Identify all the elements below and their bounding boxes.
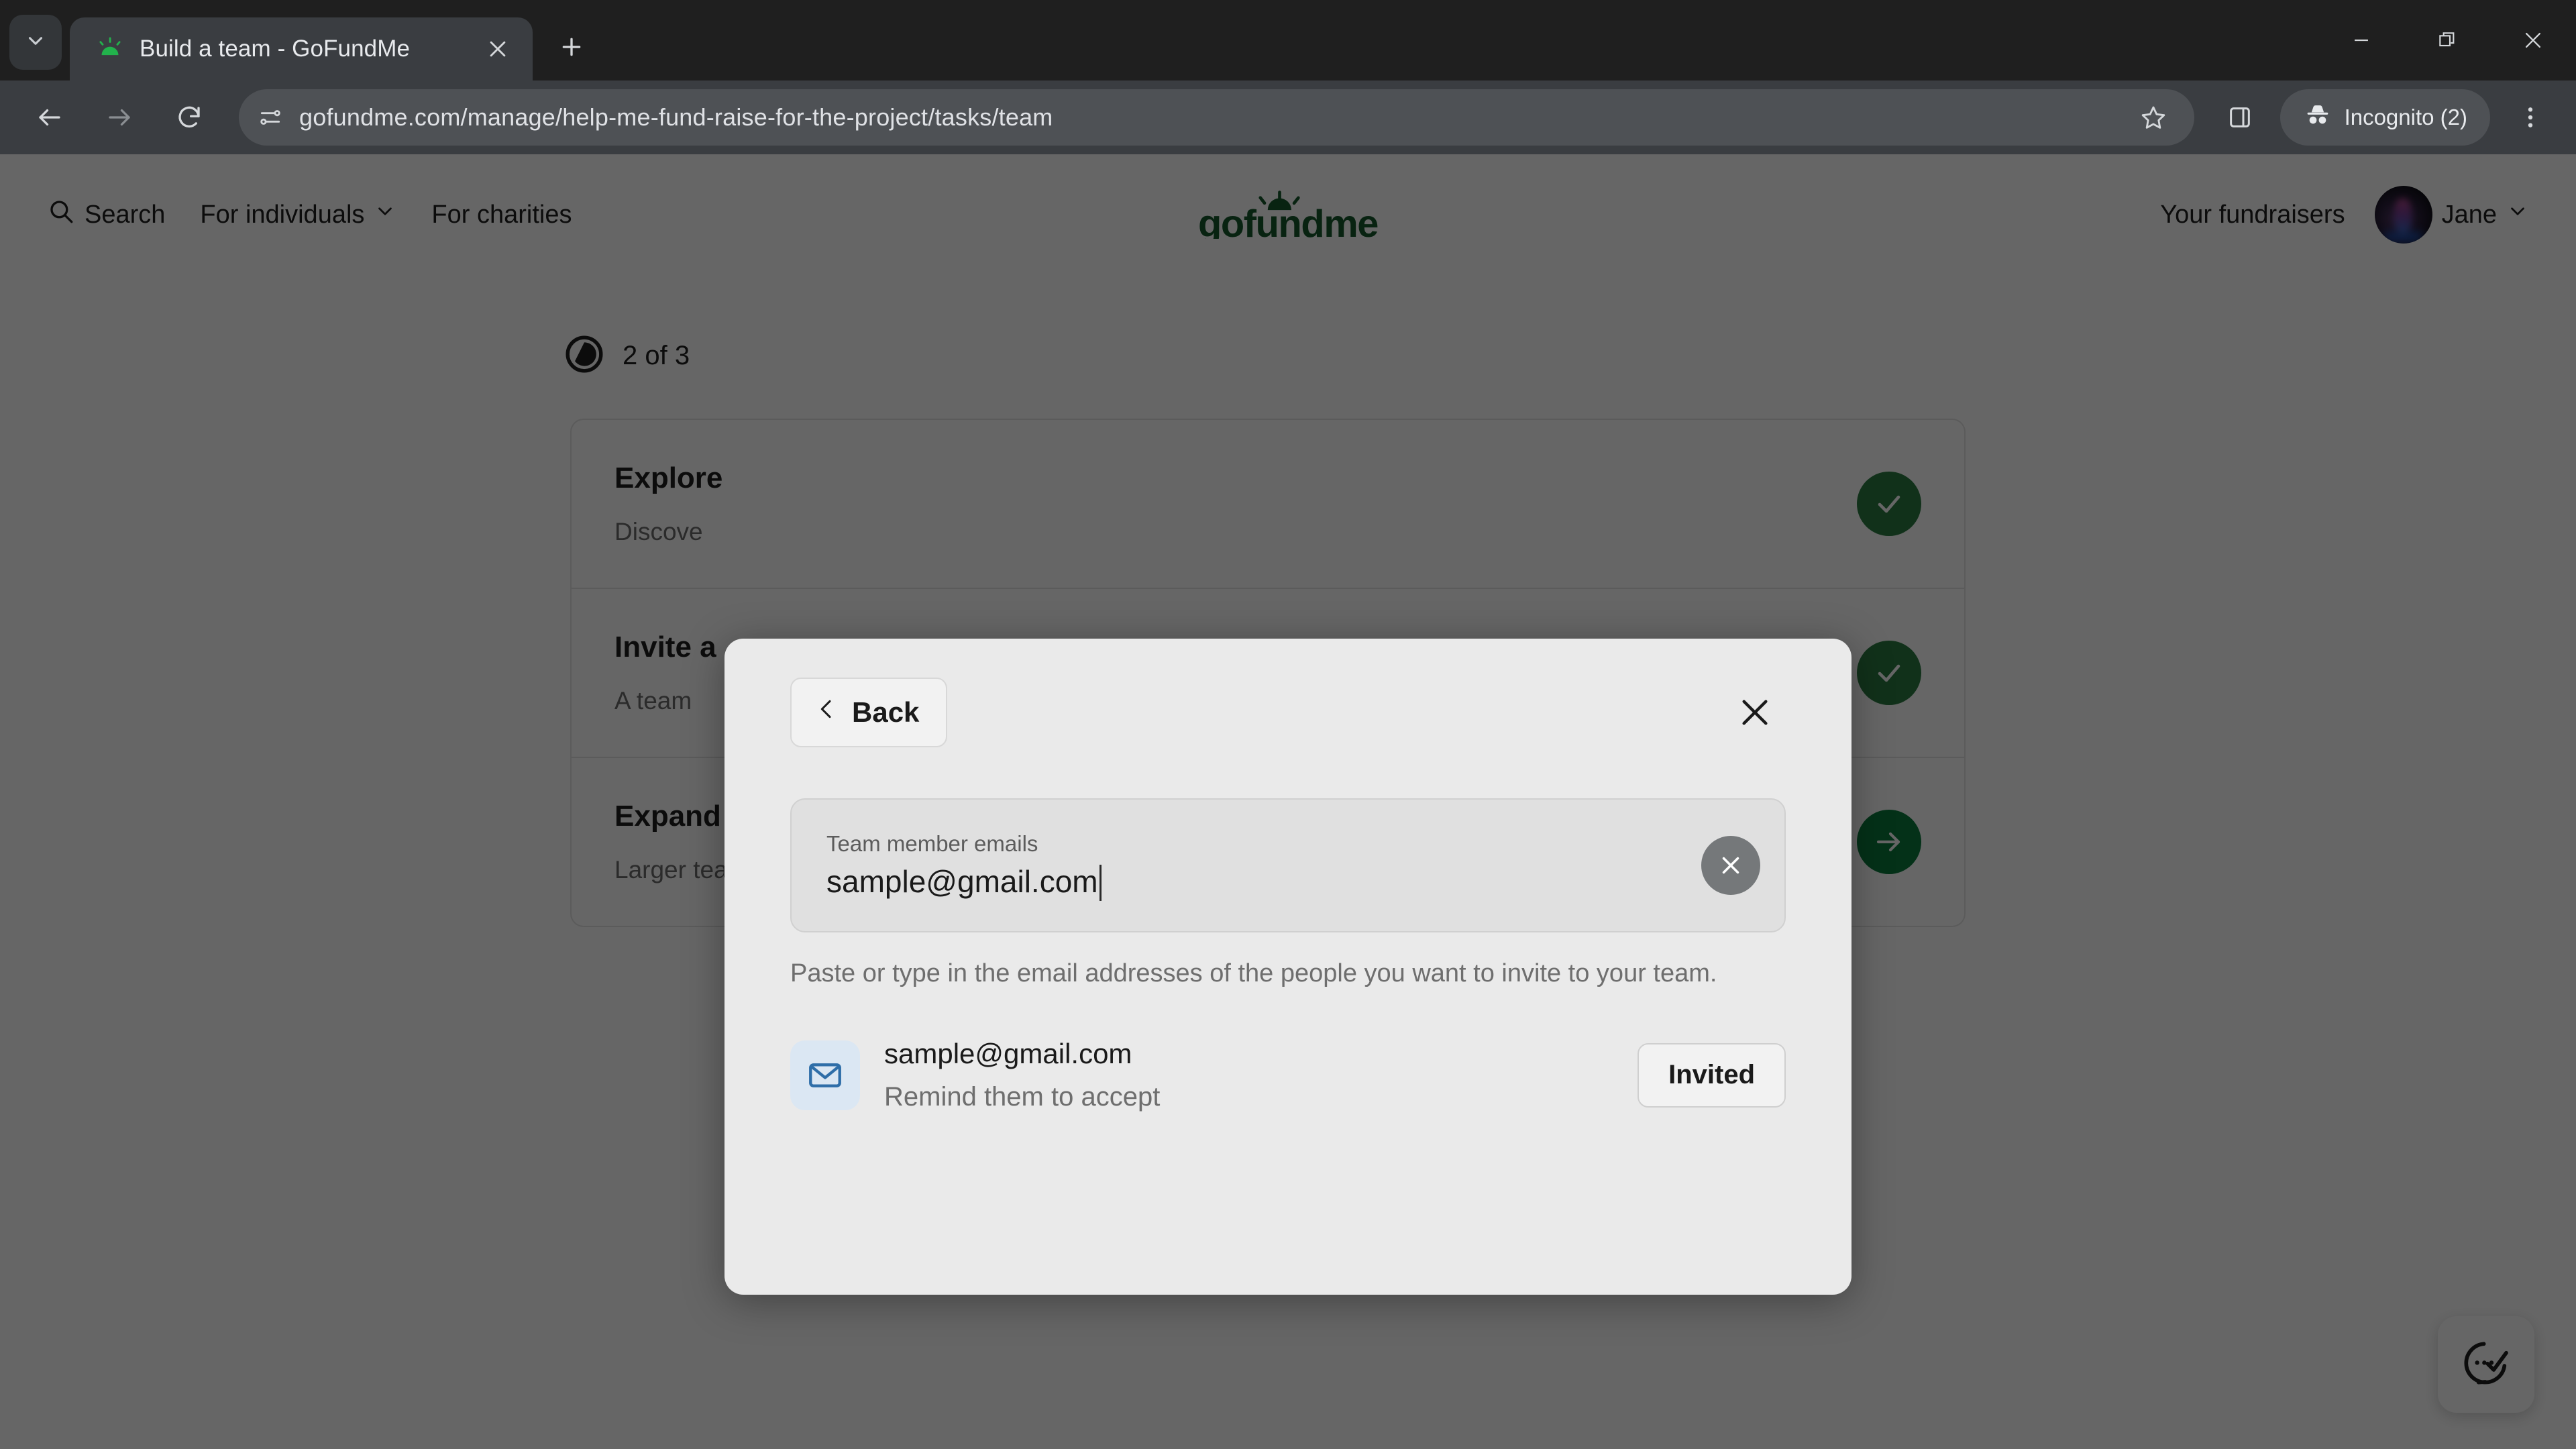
tune-icon[interactable] <box>246 93 295 142</box>
window-controls <box>2318 0 2576 80</box>
window-restore-button[interactable] <box>2404 0 2490 80</box>
window-close-button[interactable] <box>2490 0 2576 80</box>
field-helper-text: Paste or type in the email addresses of … <box>790 959 1717 987</box>
invited-status-sub: Remind them to accept <box>884 1082 1161 1112</box>
incognito-hat-icon <box>2303 100 2332 135</box>
profile-label: Incognito (2) <box>2344 105 2467 129</box>
invited-button[interactable]: Invited <box>1638 1042 1786 1108</box>
modal-header: Back <box>790 678 1786 747</box>
new-tab-button[interactable] <box>547 23 596 71</box>
tab-close-button[interactable] <box>480 32 515 66</box>
browser-tab[interactable]: Build a team - GoFundMe <box>70 17 533 80</box>
address-bar[interactable]: gofundme.com/manage/help-me-fund-raise-f… <box>239 89 2194 146</box>
back-button[interactable]: Back <box>790 678 948 747</box>
browser-toolbar: gofundme.com/manage/help-me-fund-raise-f… <box>0 80 2576 154</box>
window-minimize-button[interactable] <box>2318 0 2404 80</box>
forward-button[interactable] <box>87 85 152 150</box>
field-label: Team member emails <box>826 831 1038 856</box>
clear-input-button[interactable] <box>1701 836 1760 895</box>
invited-email: sample@gmail.com <box>884 1038 1132 1070</box>
tab-strip: Build a team - GoFundMe <box>0 0 2576 80</box>
invited-member-row: sample@gmail.com Remind them to accept I… <box>790 1038 1786 1112</box>
team-member-emails-field[interactable]: Team member emails sample@gmail.com <box>790 798 1786 932</box>
side-panel-icon[interactable] <box>2212 89 2268 146</box>
close-icon[interactable] <box>1724 682 1786 743</box>
back-button-label: Back <box>852 696 920 728</box>
email-input[interactable]: sample@gmail.com <box>826 863 1102 901</box>
more-vertical-icon[interactable] <box>2502 89 2559 146</box>
tab-search-button[interactable] <box>9 15 62 70</box>
page-content: Search For individuals For charities <box>0 154 2576 1449</box>
tab-title: Build a team - GoFundMe <box>140 36 411 62</box>
invited-button-label: Invited <box>1668 1060 1755 1090</box>
reload-button[interactable] <box>157 85 221 150</box>
profile-chip[interactable]: Incognito (2) <box>2279 89 2490 146</box>
envelope-icon <box>790 1040 860 1110</box>
back-button[interactable] <box>17 85 82 150</box>
chevron-left-icon <box>813 696 840 729</box>
chevron-down-icon <box>24 30 47 56</box>
url-text[interactable]: gofundme.com/manage/help-me-fund-raise-f… <box>299 103 2126 131</box>
invite-team-modal: Back Team member emails sample@gmail.com… <box>724 639 1851 1295</box>
browser-window: Build a team - GoFundMe gofundme.com/man… <box>0 0 2576 1449</box>
gofundme-sun-icon <box>95 34 125 64</box>
star-icon[interactable] <box>2130 94 2177 141</box>
